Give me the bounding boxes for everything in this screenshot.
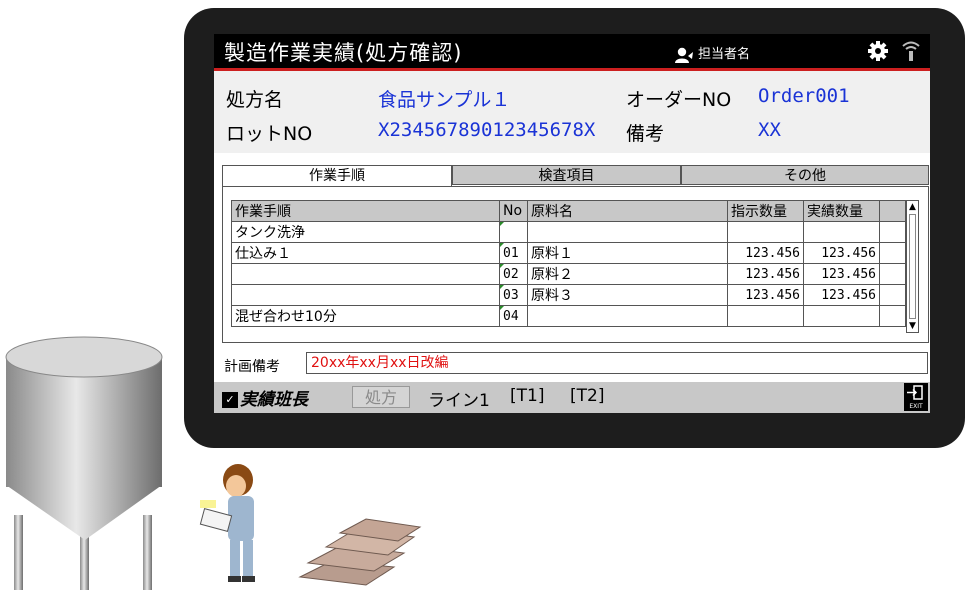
work-steps-table: 作業手順 No 原料名 指示数量 実績数量 タンク洗浄 仕込み１ 01 原料１ … — [231, 200, 906, 327]
lot-label: ロットNO — [226, 123, 313, 145]
column-header-no: No — [499, 200, 528, 222]
brand-mark-icon: ✓ — [222, 392, 238, 408]
cell-extra — [879, 221, 906, 243]
exit-label: EXIT — [909, 403, 923, 410]
cell-extra — [879, 284, 906, 306]
tab-bar: 作業手順 検査項目 その他 — [222, 165, 929, 187]
user-button[interactable]: 担当者名 — [674, 43, 750, 63]
brand-logo: ✓ 実績班長 — [222, 385, 308, 410]
table-row[interactable]: 混ぜ合わせ10分 04 — [231, 305, 906, 327]
cell-planned: 123.456 — [727, 263, 804, 285]
order-value: Order001 — [758, 85, 850, 107]
cell-material — [527, 221, 728, 243]
cell-actual: 123.456 — [803, 284, 880, 306]
cell-no — [499, 221, 528, 243]
line-label: ライン1 — [428, 391, 490, 411]
table-row[interactable]: 仕込み１ 01 原料１ 123.456 123.456 — [231, 242, 906, 264]
worker-with-tablet-illustration — [199, 464, 255, 582]
table-scrollbar[interactable]: ▲ ▼ — [906, 200, 919, 333]
column-header-step: 作業手順 — [231, 200, 500, 222]
exit-button[interactable]: EXIT — [904, 383, 928, 411]
scroll-down-arrow-icon[interactable]: ▼ — [908, 321, 917, 331]
wifi-icon — [902, 41, 920, 61]
table-row[interactable]: 03 原料３ 123.456 123.456 — [231, 284, 906, 306]
cell-step: タンク洗浄 — [231, 221, 500, 243]
brand-name: 実績班長 — [240, 390, 308, 410]
recipe-mode-button[interactable]: 処方 — [352, 386, 410, 408]
cell-no: 03 — [499, 284, 528, 306]
table-header-row: 作業手順 No 原料名 指示数量 実績数量 — [231, 200, 906, 222]
material-sacks-illustration — [298, 518, 422, 586]
cell-material: 原料３ — [527, 284, 728, 306]
table-row[interactable]: 02 原料２ 123.456 123.456 — [231, 263, 906, 285]
column-header-material: 原料名 — [527, 200, 728, 222]
user-icon — [675, 47, 693, 63]
column-header-actual: 実績数量 — [803, 200, 880, 222]
tab-other[interactable]: その他 — [681, 165, 929, 185]
remarks-label: 備考 — [626, 123, 665, 145]
cell-actual — [803, 221, 880, 243]
storage-tank-illustration — [5, 336, 163, 590]
column-header-planned: 指示数量 — [727, 200, 804, 222]
order-info-panel: 処方名 食品サンプル１ オーダーNO Order001 ロットNO X23456… — [214, 71, 930, 153]
cell-step — [231, 263, 500, 285]
table-row[interactable]: タンク洗浄 — [231, 221, 906, 243]
plan-remarks-label: 計画備考 — [224, 359, 280, 375]
gear-icon[interactable] — [868, 41, 888, 61]
cell-material — [527, 305, 728, 327]
user-label: 担当者名 — [698, 47, 751, 62]
cell-no: 04 — [499, 305, 528, 327]
lot-value: X23456789012345678X — [378, 119, 596, 141]
cell-extra — [879, 305, 906, 327]
cell-planned: 123.456 — [727, 284, 804, 306]
cell-planned: 123.456 — [727, 242, 804, 264]
cell-no: 02 — [499, 263, 528, 285]
cell-step — [231, 284, 500, 306]
tab-inspection[interactable]: 検査項目 — [452, 165, 681, 185]
cell-planned — [727, 221, 804, 243]
cell-material: 原料２ — [527, 263, 728, 285]
scroll-thumb[interactable] — [909, 214, 916, 319]
cell-actual: 123.456 — [803, 242, 880, 264]
cell-step: 仕込み１ — [231, 242, 500, 264]
tab-work-steps[interactable]: 作業手順 — [222, 165, 452, 187]
recipe-label: 処方名 — [226, 89, 284, 111]
cell-extra — [879, 263, 906, 285]
cell-no: 01 — [499, 242, 528, 264]
window-title: 製造作業実績(処方確認) — [224, 41, 463, 65]
t1-button[interactable]: [T1] — [510, 386, 544, 406]
bottom-bar: ✓ 実績班長 処方 ライン1 [T1] [T2] EXIT — [214, 382, 930, 413]
scroll-up-arrow-icon[interactable]: ▲ — [908, 202, 917, 212]
cell-material: 原料１ — [527, 242, 728, 264]
t2-button[interactable]: [T2] — [570, 386, 604, 406]
plan-remarks-field: 20xx年xx月xx日改編 — [306, 352, 928, 374]
cell-planned — [727, 305, 804, 327]
cell-extra — [879, 242, 906, 264]
title-bar: 製造作業実績(処方確認) 担当者名 — [214, 34, 930, 68]
cell-actual — [803, 305, 880, 327]
remarks-value: XX — [758, 119, 781, 141]
column-header-extra — [879, 200, 906, 222]
cell-actual: 123.456 — [803, 263, 880, 285]
recipe-value: 食品サンプル１ — [378, 89, 511, 111]
exit-door-icon — [907, 385, 923, 400]
tablet-screen: 製造作業実績(処方確認) 担当者名 処方名 食品サンプル１ オーダーNO Ord… — [214, 34, 930, 413]
order-label: オーダーNO — [626, 89, 732, 111]
cell-step: 混ぜ合わせ10分 — [231, 305, 500, 327]
